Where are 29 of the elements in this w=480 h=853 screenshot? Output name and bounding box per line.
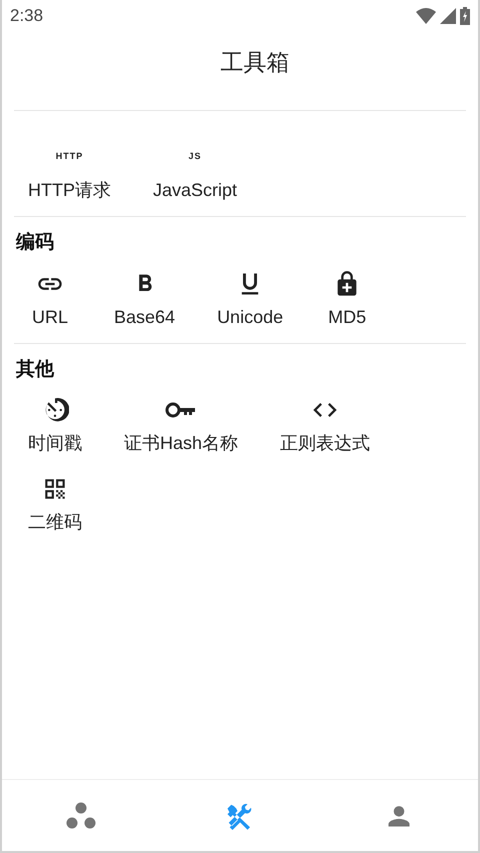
tool-item[interactable]: URL — [14, 266, 86, 334]
tool-label: 证书Hash名称 — [124, 432, 238, 455]
tool-label: MD5 — [328, 306, 366, 328]
tool-label: JavaScript — [153, 179, 238, 202]
tool-label: Unicode — [217, 306, 284, 328]
text-icon: HTTP — [56, 143, 84, 171]
tool-label: 时间戳 — [28, 432, 82, 455]
signal-icon — [440, 8, 456, 24]
tool-item[interactable]: JS JavaScript — [139, 139, 252, 208]
tool-item[interactable]: Unicode — [203, 266, 298, 334]
section-heading: 编码 — [14, 230, 55, 255]
tool-item[interactable]: 证书Hash名称 — [110, 392, 252, 461]
tool-item[interactable]: Base64 — [100, 266, 190, 334]
tool-item[interactable]: MD5 — [311, 266, 384, 334]
section-heading: 其他 — [15, 358, 56, 382]
tool-label: 正则表达式 — [280, 432, 370, 455]
tool-item[interactable]: 二维码 — [14, 471, 96, 540]
text-icon: JS — [188, 143, 202, 171]
battery-icon — [460, 7, 470, 25]
tool-label: Base64 — [114, 306, 176, 328]
tool-item[interactable]: 时间戳 — [14, 392, 96, 461]
tool-item[interactable]: 正则表达式 — [266, 392, 384, 461]
tool-label: HTTP请求 — [28, 179, 111, 202]
status-time: 2:38 — [10, 5, 44, 28]
tool-label: 二维码 — [28, 511, 82, 534]
wifi-icon — [416, 8, 436, 24]
tool-label: URL — [32, 306, 68, 328]
tool-item[interactable]: HTTP HTTP请求 — [14, 139, 125, 208]
page-title: 工具箱 — [220, 48, 290, 77]
